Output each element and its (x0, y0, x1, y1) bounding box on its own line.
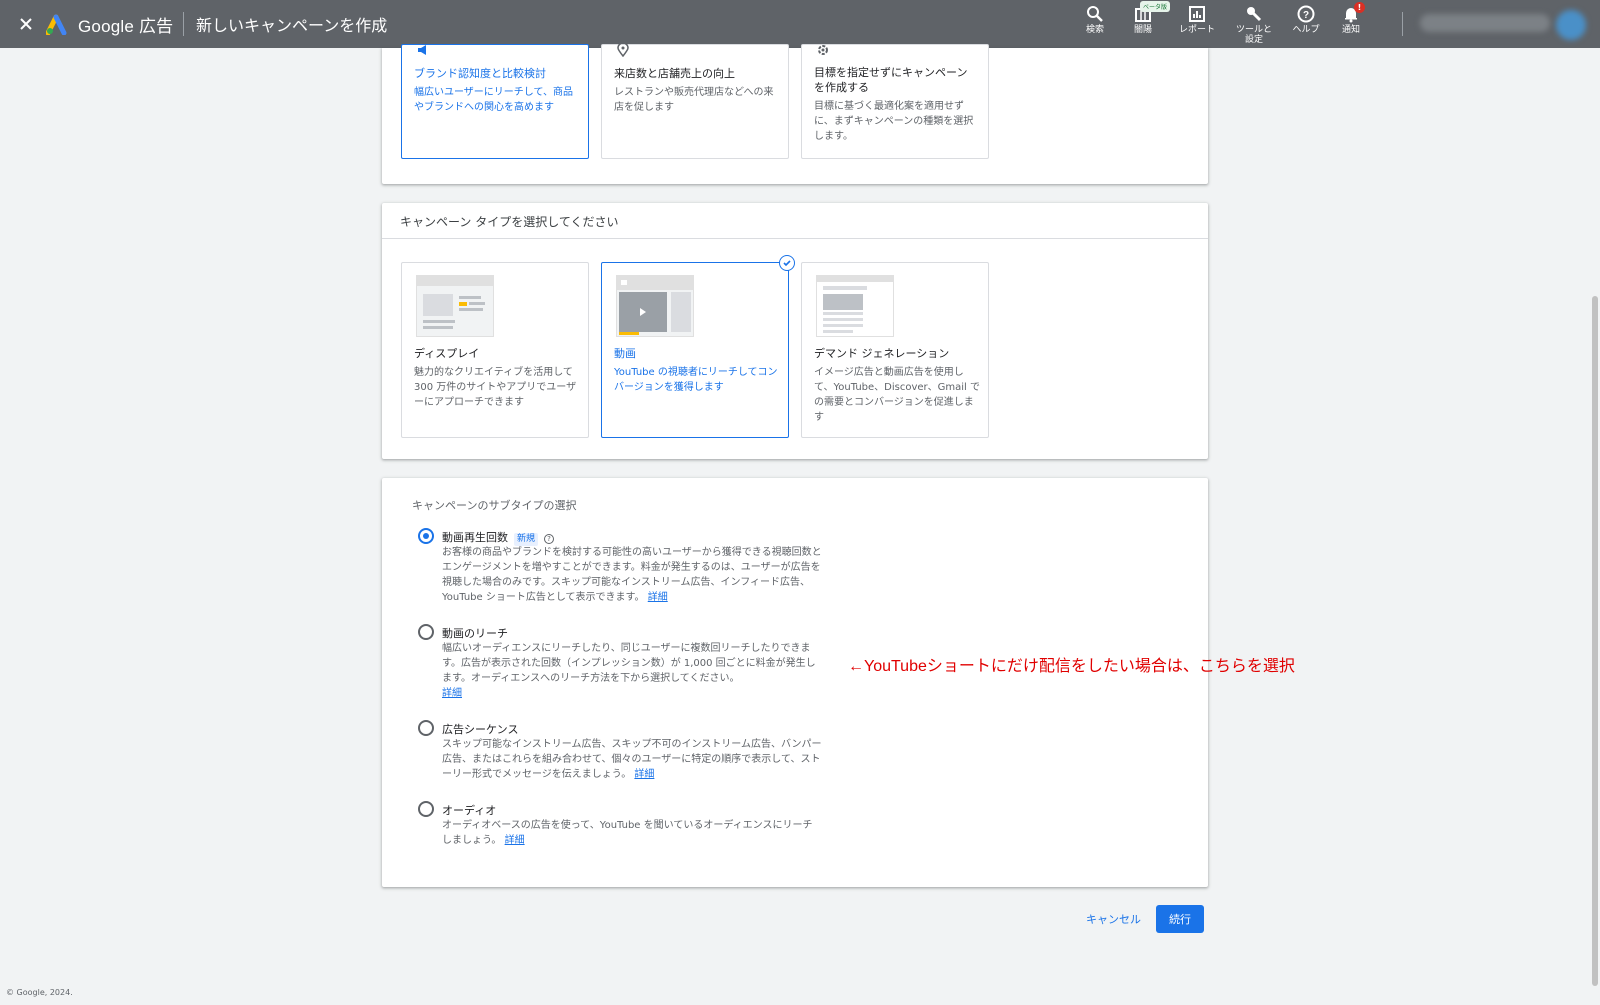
subtype-title-audio: オーディオ (442, 804, 497, 817)
campaign-type-demand-gen[interactable]: デマンド ジェネレーション イメージ広告と動画広告を使用して、YouTube、D… (801, 262, 989, 438)
avatar[interactable] (1556, 10, 1586, 40)
footer-copyright: © Google, 2024. (6, 988, 73, 997)
brand-name: Google 広告 (78, 17, 174, 36)
display-thumbnail-icon (416, 275, 494, 337)
page-title: 新しいキャンペーンを作成 (196, 16, 388, 35)
objectives-panel: ブランド認知度と比較検討 幅広いユーザーにリーチして、商品やブランドへの関心を高… (382, 43, 1208, 184)
subtype-title-video-views: 動画再生回数 (442, 531, 508, 544)
annotation-note: ←YouTubeショートにだけ配信をしたい場合は、こちらを選択 (848, 658, 1295, 675)
campaign-type-display[interactable]: ディスプレイ 魅力的なクリエイティブを活用して 300 万件のサイトやアプリでユ… (401, 262, 589, 438)
topbar-divider (1402, 12, 1403, 36)
subtype-desc: お客様の商品やブランドを検討する可能性の高いユーザーから獲得できる視聴回数とエン… (442, 547, 822, 603)
details-link[interactable]: 詳細 (648, 592, 668, 603)
radio-audio[interactable] (418, 801, 434, 817)
objective-card-store[interactable]: 来店数と店舗売上の向上 レストランや販売代理店などへの来店を促します (601, 43, 789, 159)
search-tool[interactable]: 検索 (1071, 5, 1119, 35)
report-tool[interactable]: レポート (1173, 5, 1221, 35)
radio-ad-sequence[interactable] (418, 720, 434, 736)
top-app-bar: Google 広告 新しいキャンペーンを作成 検索 闇陽 ベータ版 レポート ツ… (0, 0, 1600, 48)
report-icon (1189, 6, 1205, 22)
account-info[interactable] (1420, 14, 1550, 32)
wrench-icon (1247, 7, 1262, 22)
notifications-tool[interactable]: 通知 (1327, 5, 1375, 35)
close-icon[interactable] (14, 12, 38, 36)
subtype-desc: 幅広いオーディエンスにリーチしたり、同じユーザーに複数回リーチしたりできます。広… (442, 643, 816, 684)
beta-badge: ベータ版 (1140, 1, 1171, 12)
objective-card-no-goal[interactable]: 目標を指定せずにキャンペーンを作成する 目標に基づく最適化案を適用せずに、まずキ… (801, 44, 989, 159)
subtype-title-video-reach: 動画のリーチ (442, 627, 508, 640)
selected-check-icon (779, 255, 795, 271)
subtype-desc: オーディオベースの広告を使って、YouTube を聞いているオーディエンスにリー… (442, 820, 813, 846)
details-link[interactable]: 詳細 (442, 688, 462, 699)
campaign-subtype-panel: キャンペーンのサブタイプの選択 動画再生回数 新規? お客様の商品やブランドを検討… (382, 478, 1208, 887)
continue-button[interactable]: 続行 (1156, 905, 1204, 933)
subtype-title: キャンペーンのサブタイプの選択 (412, 499, 577, 512)
scrollbar-thumb[interactable] (1592, 296, 1598, 986)
google-ads-logo (46, 14, 67, 35)
brand-divider (183, 12, 184, 36)
subtype-title-ad-sequence: 広告シーケンス (442, 723, 519, 736)
radio-video-reach[interactable] (418, 624, 434, 640)
details-link[interactable]: 詳細 (505, 835, 525, 846)
help-tool[interactable]: ? ヘルプ (1282, 5, 1330, 35)
radio-video-views[interactable] (418, 528, 434, 544)
video-thumbnail-icon (616, 275, 694, 337)
notification-badge: ! (1354, 2, 1365, 13)
megaphone-icon (418, 45, 426, 55)
details-link[interactable]: 詳細 (634, 769, 654, 780)
objective-card-brand[interactable]: ブランド認知度と比較検討 幅広いユーザーにリーチして、商品やブランドへの関心を高… (401, 44, 589, 159)
cancel-button[interactable]: キャンセル (1086, 911, 1141, 927)
location-pin-icon (617, 43, 629, 57)
help-icon[interactable]: ? (544, 534, 555, 544)
search-icon (1087, 6, 1103, 22)
tools-settings[interactable]: ツールと 設定 (1230, 5, 1278, 45)
campaign-type-video[interactable]: 動画 YouTube の視聴者にリーチしてコンバージョンを獲得します (601, 262, 789, 438)
campaign-type-panel: キャンペーン タイプを選択してください ディスプレイ 魅力的なクリエイティブを活… (382, 203, 1208, 459)
subtype-desc: スキップ可能なインストリーム広告、スキップ不可のインストリーム広告、バンパー広告… (442, 739, 822, 780)
gear-icon (818, 45, 828, 55)
campaign-type-header: キャンペーン タイプを選択してください (382, 203, 1208, 239)
svg-text:?: ? (1303, 10, 1309, 21)
demand-gen-thumbnail-icon (816, 275, 894, 337)
help-icon: ? (1297, 5, 1315, 23)
